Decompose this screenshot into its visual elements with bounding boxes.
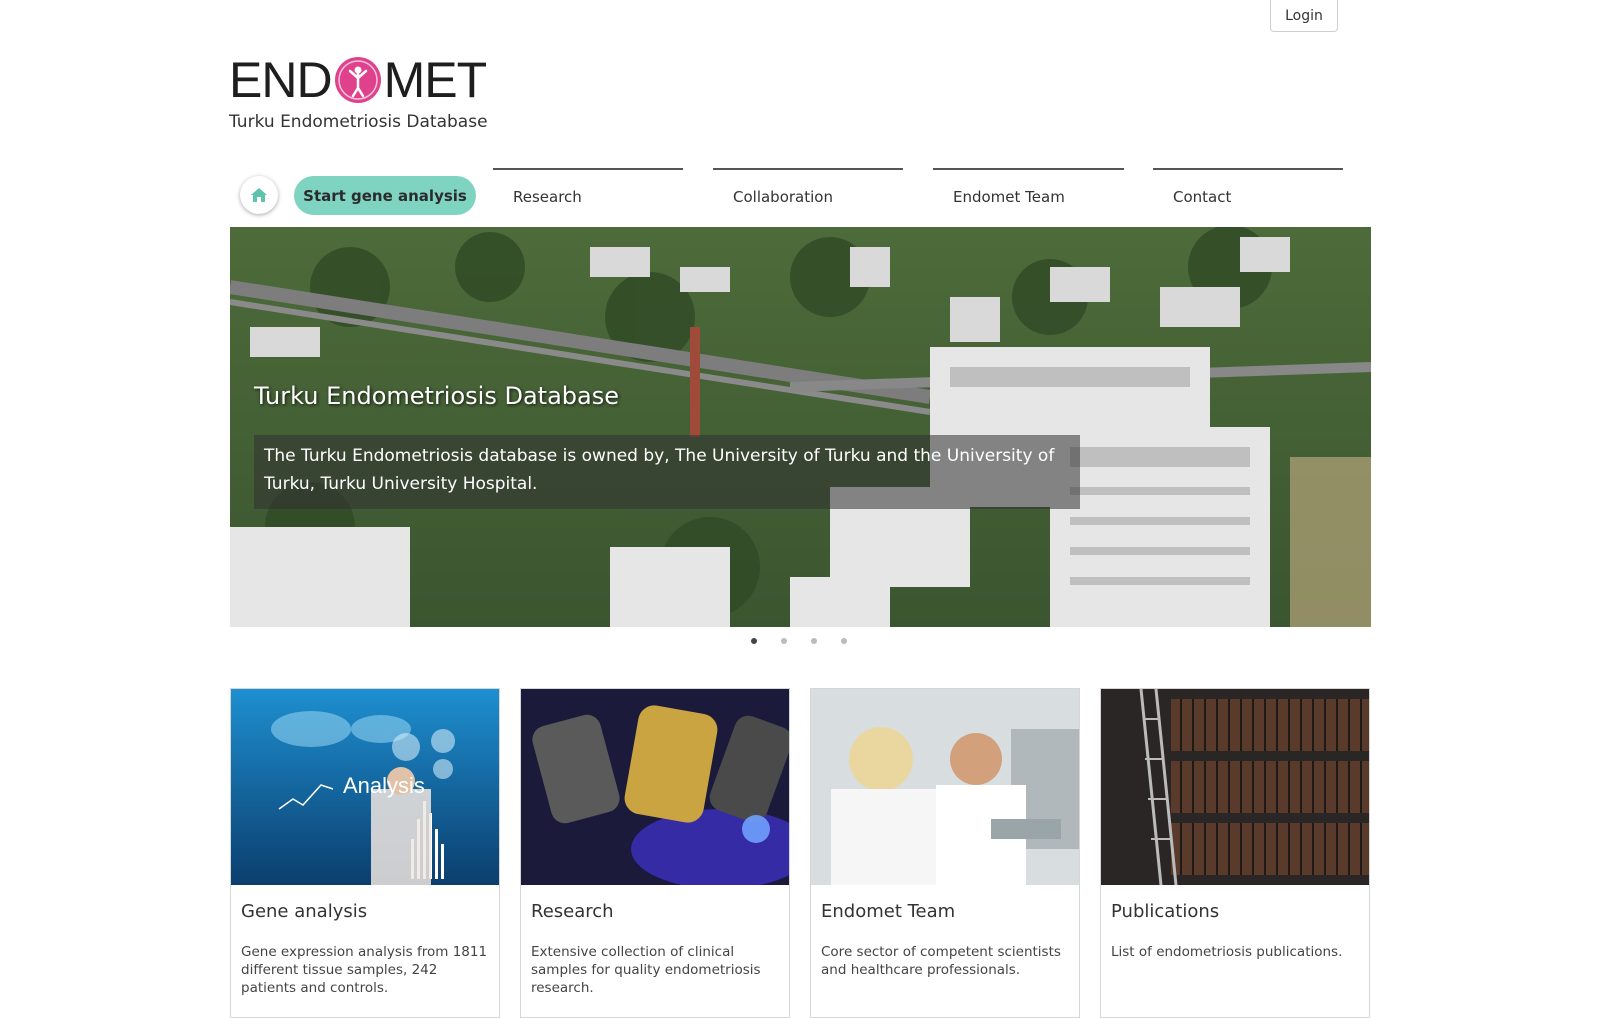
home-icon [251, 188, 267, 202]
gene-analysis-image: Analysis [231, 689, 499, 885]
card-title: Publications [1111, 901, 1220, 922]
card-title: Gene analysis [241, 901, 368, 922]
home-button[interactable] [240, 176, 278, 214]
nav-contact[interactable]: Contact [1153, 168, 1343, 212]
login-button[interactable]: Login [1270, 0, 1338, 32]
endomet-team-image [811, 689, 1079, 885]
card-description: List of endometriosis publications. [1111, 944, 1343, 960]
nav-research[interactable]: Research [493, 168, 683, 212]
card-description: Core sector of competent scientists and … [821, 944, 1061, 978]
carousel-indicators [751, 638, 847, 644]
site-subtitle: Turku Endometriosis Database [229, 112, 488, 132]
logo-text-end: END [229, 52, 333, 108]
carousel-dot-4[interactable] [841, 638, 847, 644]
research-image [521, 689, 789, 885]
carousel-dot-2[interactable] [781, 638, 787, 644]
hero-carousel[interactable]: Turku Endometriosis Database The Turku E… [230, 227, 1371, 627]
card-title: Research [531, 901, 614, 922]
endomet-logo[interactable]: END MET [229, 52, 488, 108]
card-endomet-team[interactable]: Endomet Team Core sector of competent sc… [810, 688, 1080, 1018]
carousel-dot-3[interactable] [811, 638, 817, 644]
logo-text-met: MET [383, 52, 488, 108]
card-title: Endomet Team [821, 901, 956, 922]
card-gene-analysis[interactable]: Analysis Gene analysis Gene expression a… [230, 688, 500, 1018]
publications-image [1101, 689, 1369, 885]
hero-image [230, 227, 1371, 627]
card-publications[interactable]: Publications List of endometriosis publi… [1100, 688, 1370, 1018]
start-gene-analysis-button[interactable]: Start gene analysis [294, 176, 476, 215]
analysis-image-label: Analysis [343, 773, 425, 798]
logo-emblem-icon [334, 57, 381, 103]
hero-title: Turku Endometriosis Database [254, 382, 619, 410]
card-description: Gene expression analysis from 1811 diffe… [241, 944, 488, 996]
card-description: Extensive collection of clinical samples… [531, 944, 761, 996]
nav-collaboration[interactable]: Collaboration [713, 168, 903, 212]
card-research[interactable]: Research Extensive collection of clinica… [520, 688, 790, 1018]
nav-endomet-team[interactable]: Endomet Team [933, 168, 1124, 212]
hero-caption: The Turku Endometriosis database is owne… [254, 435, 1080, 509]
carousel-dot-1[interactable] [751, 638, 757, 644]
